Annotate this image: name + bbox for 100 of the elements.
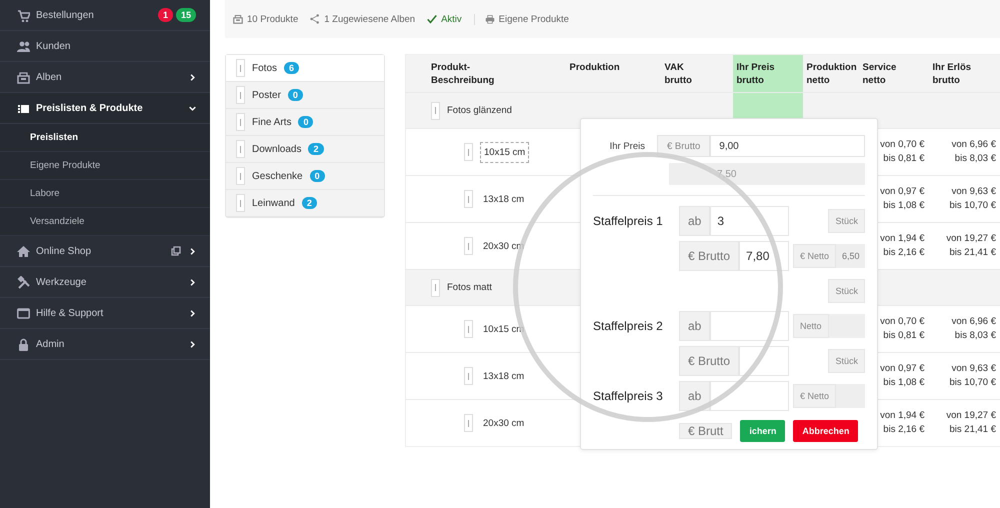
- sidebar-item-label: Preislisten & Produkte: [36, 102, 144, 114]
- drag-handle[interactable]: [236, 86, 245, 104]
- drag-handle[interactable]: [236, 194, 245, 212]
- cart-icon: [17, 8, 30, 22]
- sidebar-item[interactable]: Kunden: [0, 31, 210, 62]
- column-header: Service netto: [858, 54, 928, 92]
- category-item[interactable]: Poster 0: [226, 82, 384, 109]
- printer-icon: [484, 14, 495, 24]
- tier-label: Staffelpreis 2: [593, 319, 664, 333]
- addon-label: € Brutto: [679, 241, 740, 271]
- price-range: bis 1,08 €: [882, 199, 924, 213]
- column-header: Produkt- Beschreibung: [406, 54, 566, 92]
- input-field[interactable]: 3: [710, 206, 789, 236]
- toolbar-info: 10 Produkte: [247, 14, 298, 24]
- submenu-item[interactable]: Labore: [0, 180, 210, 208]
- size-label[interactable]: 10x15 cm: [480, 142, 530, 162]
- external-link-icon: [171, 246, 181, 256]
- price-range: bis 10,70 €: [948, 199, 996, 213]
- users-icon: [17, 40, 30, 52]
- drag-handle[interactable]: [236, 113, 245, 131]
- drag-handle[interactable]: [236, 140, 245, 158]
- sidebar-item[interactable]: Bestellungen 1 15: [0, 0, 210, 31]
- chevron-right-icon: [189, 248, 196, 254]
- drag-handle[interactable]: [464, 320, 473, 338]
- price-range: von 1,94 €: [879, 232, 924, 246]
- addon-label: ab: [679, 206, 710, 236]
- category-item[interactable]: Leinwand 2: [226, 190, 384, 217]
- field-label: Ihr Preis: [608, 140, 646, 152]
- drag-handle[interactable]: [431, 102, 440, 120]
- column-header: Produktion: [566, 54, 660, 92]
- price-range: von 9,63 €: [950, 362, 996, 376]
- lock-icon: [17, 338, 30, 350]
- category-item[interactable]: Fotos 6: [226, 55, 384, 82]
- tools-icon: [17, 276, 30, 288]
- input-field[interactable]: 7,80: [739, 241, 789, 271]
- chevron-right-icon: [189, 278, 196, 286]
- currency-addon: € Brutto: [679, 346, 740, 376]
- size-label[interactable]: 10x15 cm: [480, 320, 528, 338]
- size-label[interactable]: 20x30 cm: [480, 236, 528, 256]
- category-label: Downloads: [252, 144, 302, 154]
- price-range: bis 8,03 €: [954, 152, 996, 166]
- submenu-item[interactable]: Versandziele: [0, 208, 210, 236]
- price-range: von 6,96 €: [950, 315, 996, 329]
- count-badge: 1: [158, 8, 173, 22]
- size-label[interactable]: 13x18 cm: [480, 190, 528, 208]
- chevron-right-icon: [189, 340, 196, 348]
- tier-label: Staffelpreis 1: [593, 214, 664, 228]
- chevron-down-icon: [189, 104, 196, 112]
- column-header: Ihr Preis brutto: [732, 54, 802, 92]
- count-badge: 6: [284, 62, 300, 74]
- share-icon: [310, 14, 320, 24]
- currency-addon: Netto: [793, 314, 829, 338]
- drag-handle[interactable]: [236, 59, 245, 77]
- sidebar-item-label: Admin: [36, 338, 66, 350]
- column-header: Produktion netto: [802, 54, 858, 92]
- sidebar-item[interactable]: Preislisten & Produkte: [0, 93, 210, 124]
- drag-handle[interactable]: [464, 190, 473, 208]
- home-icon: [17, 244, 30, 258]
- unit-addon: Stück: [828, 349, 865, 373]
- sidebar-item[interactable]: Online Shop: [0, 236, 210, 267]
- drag-handle[interactable]: [431, 278, 440, 296]
- input-field[interactable]: [739, 346, 789, 376]
- input-field[interactable]: [710, 381, 789, 411]
- count-badge: 2: [308, 143, 324, 155]
- count-badge: 0: [310, 170, 325, 182]
- price-field[interactable]: 9,00: [710, 135, 865, 157]
- group-label: Fotos glänzend: [447, 105, 512, 116]
- submenu-item[interactable]: Eigene Produkte: [0, 152, 210, 180]
- input-field[interactable]: [710, 311, 789, 341]
- chevron-right-icon: [189, 310, 196, 316]
- count-badge: 2: [302, 197, 317, 209]
- price-range: bis 21,41 €: [948, 423, 996, 437]
- sidebar-item[interactable]: Hilfe & Support: [0, 298, 210, 329]
- sidebar-item-label: Hilfe & Support: [36, 308, 104, 318]
- category-item[interactable]: Geschenke 0: [226, 163, 384, 190]
- category-item[interactable]: Downloads 2: [226, 136, 384, 163]
- submenu-item[interactable]: Preislisten: [0, 124, 210, 152]
- addon-label: ab: [679, 381, 710, 411]
- price-range: bis 0,81 €: [882, 152, 924, 166]
- price-range: bis 2,16 €: [882, 246, 924, 260]
- sidebar-item-label: Alben: [36, 72, 63, 82]
- sidebar-item[interactable]: Admin: [0, 329, 210, 360]
- price-range: von 9,63 €: [950, 185, 996, 199]
- drag-handle[interactable]: [236, 167, 245, 185]
- size-label[interactable]: 13x18 cm: [480, 366, 528, 386]
- cancel-button[interactable]: Abbrechen: [793, 420, 858, 442]
- drag-handle[interactable]: [464, 367, 473, 385]
- drag-handle[interactable]: [464, 237, 473, 255]
- toolbar-info: 1 Zugewiesene Alben: [324, 14, 416, 24]
- category-label: Geschenke: [252, 170, 303, 182]
- unit-addon: Stück: [828, 279, 865, 303]
- currency-addon: € Brutt: [679, 423, 732, 439]
- toolbar-link[interactable]: Eigene Produkte: [498, 14, 569, 24]
- drag-handle[interactable]: [464, 414, 473, 432]
- net-price-field: 7,50: [669, 163, 865, 185]
- sidebar-item[interactable]: Werkzeuge: [0, 267, 210, 298]
- size-label[interactable]: 20x30 cm: [480, 414, 528, 432]
- drag-handle[interactable]: [464, 143, 473, 161]
- category-label: Fine Arts: [252, 116, 292, 128]
- category-item[interactable]: Fine Arts 0: [226, 109, 384, 136]
